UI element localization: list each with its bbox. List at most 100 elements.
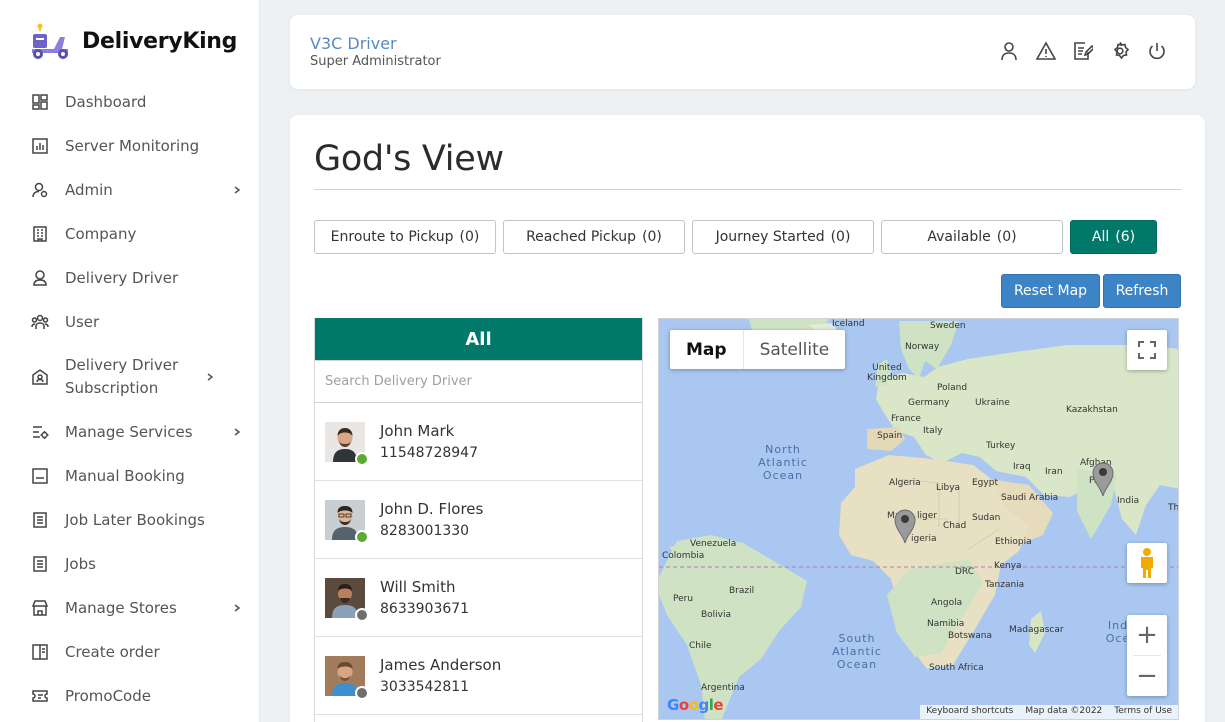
search-driver-input[interactable] bbox=[315, 360, 642, 403]
profile-icon[interactable] bbox=[999, 41, 1019, 61]
sidebar-item-label: Jobs bbox=[65, 554, 96, 573]
map-label: Saudi Arabia bbox=[1001, 493, 1059, 503]
filter-count: (0) bbox=[996, 229, 1017, 245]
driver-row[interactable]: James Anderson 3033542811 bbox=[315, 637, 642, 715]
filter-count: (6) bbox=[1115, 229, 1136, 245]
sidebar-item-job-later-bookings[interactable]: Job Later Bookings bbox=[0, 498, 259, 542]
sidebar-item-label: Company bbox=[65, 224, 137, 243]
map-label: India bbox=[1117, 496, 1140, 506]
sidebar-item-dashboard[interactable]: Dashboard bbox=[0, 80, 259, 124]
driver-row[interactable]: Will Smith 8633903671 bbox=[315, 559, 642, 637]
driver-location-pin[interactable] bbox=[1091, 461, 1115, 497]
sidebar-item-driver-subscription[interactable]: Delivery Driver Subscription bbox=[0, 344, 259, 410]
sidebar-item-manual-booking[interactable]: Manual Booking bbox=[0, 454, 259, 498]
scooter-logo-icon bbox=[28, 21, 72, 61]
fullscreen-button[interactable] bbox=[1127, 330, 1167, 370]
chevron-right-icon bbox=[234, 428, 241, 436]
map-label: Kazakhstan bbox=[1066, 405, 1118, 415]
driver-name: John Mark bbox=[380, 421, 455, 440]
store-icon bbox=[31, 600, 49, 616]
gear-icon[interactable] bbox=[1110, 41, 1130, 61]
edit-document-icon[interactable] bbox=[1073, 41, 1093, 61]
map-label: Italy bbox=[923, 426, 943, 436]
filter-available[interactable]: Available (0) bbox=[881, 220, 1063, 254]
map-label: Iran bbox=[1045, 467, 1063, 477]
power-icon[interactable] bbox=[1147, 41, 1167, 61]
title-divider bbox=[314, 189, 1181, 190]
driver-row[interactable]: John D. Flores 8283001330 bbox=[315, 481, 642, 559]
filter-journey-started[interactable]: Journey Started (0) bbox=[692, 220, 874, 254]
map-label: liger bbox=[917, 511, 937, 521]
refresh-button[interactable]: Refresh bbox=[1103, 274, 1181, 308]
street-view-pegman[interactable] bbox=[1127, 543, 1167, 583]
account-name: V3C Driver bbox=[310, 34, 397, 53]
sidebar-item-company[interactable]: Company bbox=[0, 212, 259, 256]
sidebar-item-label: PromoCode bbox=[65, 686, 151, 705]
driver-phone: 8633903671 bbox=[380, 600, 470, 617]
google-logo: Google bbox=[667, 696, 724, 714]
filter-all[interactable]: All (6) bbox=[1070, 220, 1157, 254]
sidebar-item-manage-services[interactable]: Manage Services bbox=[0, 410, 259, 454]
ocean-label: North Atlantic Ocean bbox=[758, 443, 808, 482]
status-online-dot bbox=[355, 451, 369, 466]
map-view-button[interactable]: Map bbox=[670, 330, 743, 369]
subscription-icon bbox=[32, 369, 48, 385]
driver-name: Will Smith bbox=[380, 577, 456, 596]
terms-of-use-link[interactable]: Terms of Use bbox=[1108, 705, 1178, 719]
sidebar-item-server-monitoring[interactable]: Server Monitoring bbox=[0, 124, 259, 168]
filter-enroute-to-pickup[interactable]: Enroute to Pickup (0) bbox=[314, 220, 496, 254]
map-label: Th bbox=[1168, 503, 1179, 513]
world-map[interactable]: Iceland Sweden Norway United Kingdom Pol… bbox=[658, 318, 1179, 720]
sidebar-item-admin[interactable]: Admin bbox=[0, 168, 259, 212]
sidebar: DeliveryKing Dashboard Server Monitoring… bbox=[0, 0, 260, 722]
driver-list-panel: All John Mark 11548728947 John D. Flores… bbox=[314, 318, 643, 722]
sidebar-item-label: Dashboard bbox=[65, 92, 147, 111]
sidebar-item-delivery-driver[interactable]: Delivery Driver bbox=[0, 256, 259, 300]
building-icon bbox=[33, 226, 47, 242]
page-title: God's View bbox=[314, 139, 504, 179]
satellite-view-button[interactable]: Satellite bbox=[744, 330, 846, 369]
map-label: Angola bbox=[931, 598, 963, 608]
status-offline-dot bbox=[355, 607, 369, 622]
sidebar-item-manage-stores[interactable]: Manage Stores bbox=[0, 586, 259, 630]
map-label: Bolivia bbox=[701, 610, 732, 620]
keyboard-shortcuts-link[interactable]: Keyboard shortcuts bbox=[920, 705, 1019, 719]
users-icon bbox=[31, 314, 49, 329]
chevron-right-icon bbox=[234, 186, 241, 194]
map-type-control: Map Satellite bbox=[670, 330, 846, 369]
filter-label: Available bbox=[927, 229, 991, 245]
chevron-right-icon bbox=[234, 604, 241, 612]
map-label: Norway bbox=[905, 342, 940, 352]
sidebar-item-label: Server Monitoring bbox=[65, 136, 200, 155]
brand[interactable]: DeliveryKing bbox=[28, 20, 237, 62]
map-label: Poland bbox=[937, 383, 968, 393]
avatar bbox=[325, 499, 369, 544]
filter-reached-pickup[interactable]: Reached Pickup (0) bbox=[503, 220, 685, 254]
avatar bbox=[325, 421, 369, 466]
sidebar-item-create-order[interactable]: Create order bbox=[0, 630, 259, 674]
status-offline-dot bbox=[355, 685, 369, 700]
sidebar-item-jobs[interactable]: Jobs bbox=[0, 542, 259, 586]
map-label: Ethiopia bbox=[995, 537, 1032, 547]
driver-location-pin[interactable] bbox=[893, 508, 917, 544]
header-actions bbox=[999, 41, 1167, 61]
driver-row[interactable]: John Mark 11548728947 bbox=[315, 403, 642, 481]
map-label: Sweden bbox=[930, 321, 966, 331]
zoom-out-button[interactable]: − bbox=[1127, 656, 1167, 696]
reset-map-button[interactable]: Reset Map bbox=[1001, 274, 1100, 308]
map-label: Sudan bbox=[972, 513, 1001, 523]
account-role: Super Administrator bbox=[310, 54, 441, 69]
driver-phone: 3033542811 bbox=[380, 678, 470, 695]
alert-icon[interactable] bbox=[1036, 41, 1056, 61]
zoom-in-button[interactable]: + bbox=[1127, 615, 1167, 655]
services-icon bbox=[33, 426, 49, 439]
sidebar-item-promocode[interactable]: PromoCode bbox=[0, 674, 259, 718]
filter-label: All bbox=[1091, 229, 1110, 245]
status-filters: Enroute to Pickup (0) Reached Pickup (0)… bbox=[314, 220, 1157, 254]
filter-label: Journey Started bbox=[715, 229, 825, 245]
document-icon bbox=[33, 556, 47, 572]
map-label: Ukraine bbox=[975, 398, 1010, 408]
map-label: Algeria bbox=[889, 478, 921, 488]
sidebar-item-user[interactable]: User bbox=[0, 300, 259, 344]
sidebar-item-label: Job Later Bookings bbox=[65, 510, 205, 529]
